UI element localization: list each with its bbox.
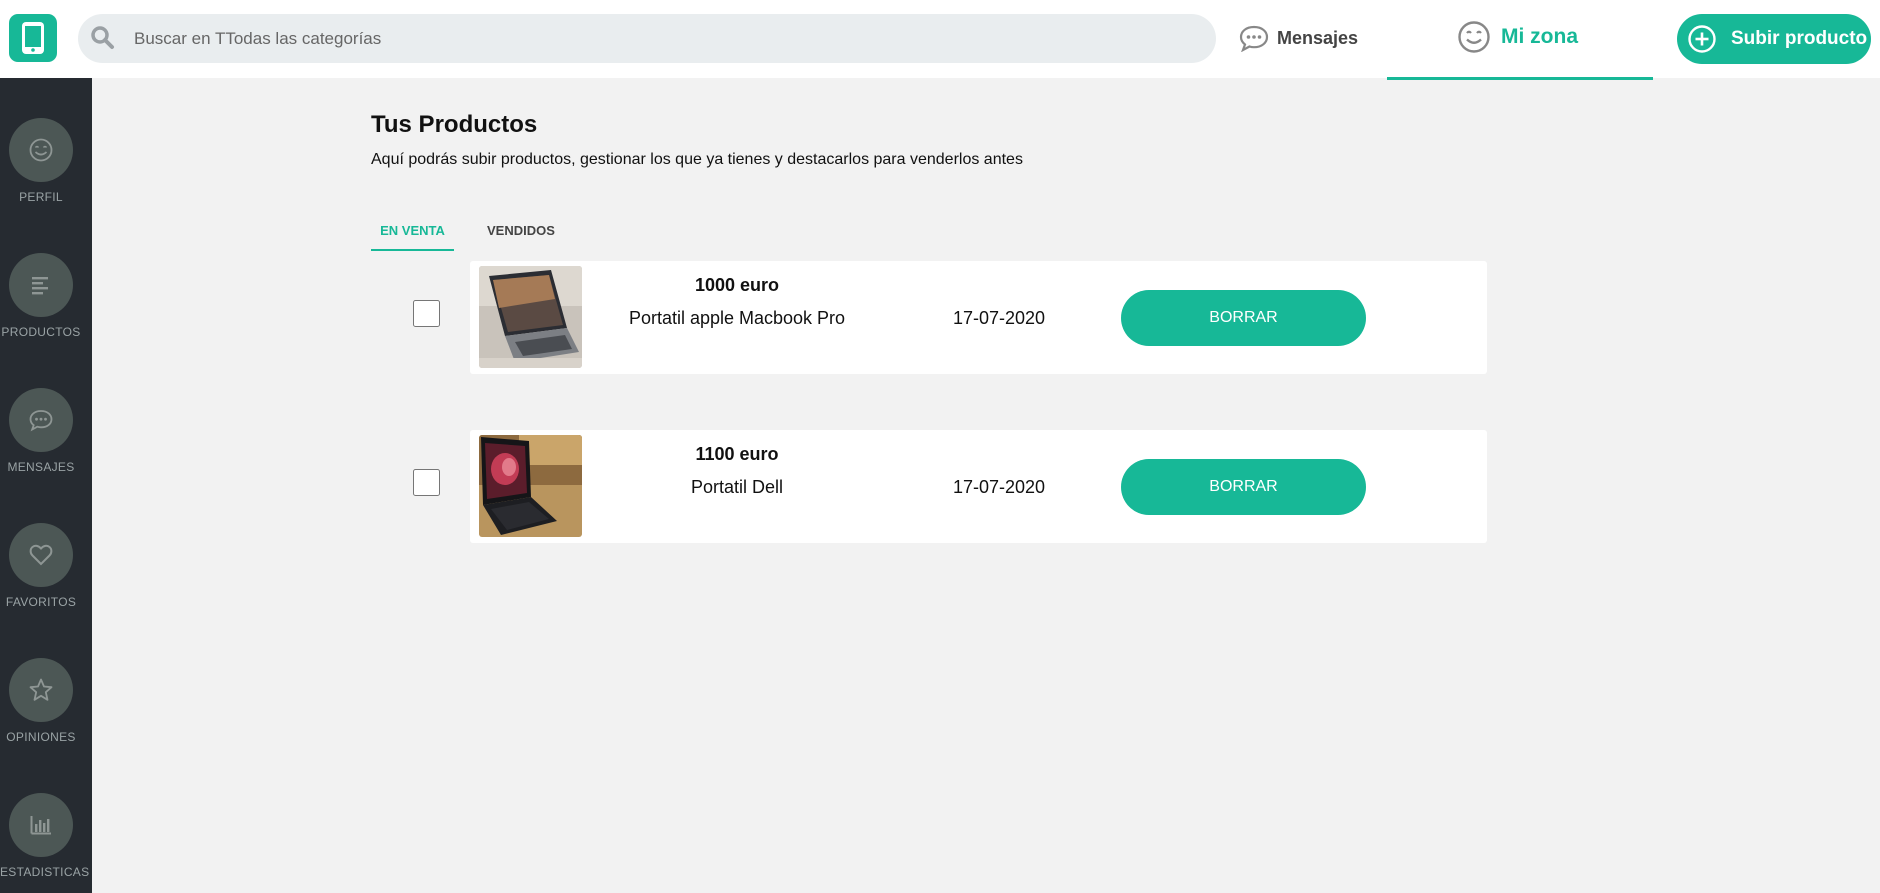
phone-icon (22, 22, 44, 54)
sidebar: PERFIL PRODUCTOS MENSAJES FAVORITOS OPIN… (0, 78, 92, 893)
star-icon (29, 678, 53, 701)
search-bar (78, 14, 1216, 63)
product-date: 17-07-2020 (952, 477, 1046, 497)
nav-messages-label: Mensajes (1277, 27, 1359, 48)
sidebar-item-label: PERFIL (19, 190, 63, 204)
top-bar: Mensajes Mi zona Subir producto (0, 0, 1880, 80)
laptop-image (479, 435, 582, 537)
nav-my-zone-label: Mi zona (1501, 25, 1578, 48)
tab-en-venta[interactable]: EN VENTA (371, 223, 454, 251)
laptop-image (479, 266, 582, 368)
product-name: Portatil Dell (690, 477, 784, 497)
product-price: 1000 euro (694, 275, 780, 295)
upload-product-label: Subir producto (1731, 28, 1868, 49)
sidebar-item-label: MENSAJES (7, 460, 75, 474)
product-checkbox[interactable] (413, 469, 440, 496)
delete-button[interactable]: BORRAR (1121, 290, 1366, 346)
search-input[interactable] (134, 14, 1194, 63)
page-subtitle: Aquí podrás subir productos, gestionar l… (371, 151, 1023, 168)
sidebar-item-opiniones[interactable]: OPINIONES (0, 658, 92, 778)
sidebar-item-label: PRODUCTOS (1, 325, 81, 339)
sidebar-item-favoritos[interactable]: FAVORITOS (0, 523, 92, 643)
product-image[interactable] (479, 435, 582, 537)
sidebar-item-perfil[interactable]: PERFIL (0, 118, 92, 238)
tab-vendidos[interactable]: VENDIDOS (487, 223, 555, 238)
logo[interactable] (9, 14, 57, 62)
product-card: 1100 euro Portatil Dell 17-07-2020 BORRA… (470, 430, 1487, 543)
page-title: Tus Productos (371, 111, 538, 138)
smiley-icon (1458, 21, 1490, 53)
product-date: 17-07-2020 (952, 308, 1046, 328)
sidebar-item-mensajes[interactable]: MENSAJES (0, 388, 92, 508)
sidebar-item-productos[interactable]: PRODUCTOS (0, 253, 92, 373)
product-name: Portatil apple Macbook Pro (628, 308, 846, 328)
nav-messages[interactable]: Mensajes (1239, 22, 1358, 54)
upload-product-button[interactable]: Subir producto (1677, 14, 1871, 64)
product-card: 1000 euro Portatil apple Macbook Pro 17-… (470, 261, 1487, 374)
product-price: 1100 euro (695, 444, 779, 464)
smiley-icon (29, 138, 53, 162)
sidebar-item-label: ESTADISTICAS (0, 865, 90, 879)
nav-my-zone[interactable]: Mi zona (1387, 0, 1653, 80)
list-icon (32, 277, 48, 295)
sidebar-item-label: OPINIONES (6, 730, 76, 744)
delete-button[interactable]: BORRAR (1121, 459, 1366, 515)
search-icon (91, 26, 114, 49)
heart-icon (29, 544, 53, 566)
sidebar-item-estadisticas[interactable]: ESTADISTICAS (0, 793, 92, 893)
bar-chart-icon (30, 816, 51, 835)
chat-icon (1239, 25, 1269, 52)
plus-circle-icon (1688, 25, 1716, 53)
chat-icon (29, 410, 53, 432)
product-image[interactable] (479, 266, 582, 368)
sidebar-item-label: FAVORITOS (5, 595, 77, 609)
product-checkbox[interactable] (413, 300, 440, 327)
